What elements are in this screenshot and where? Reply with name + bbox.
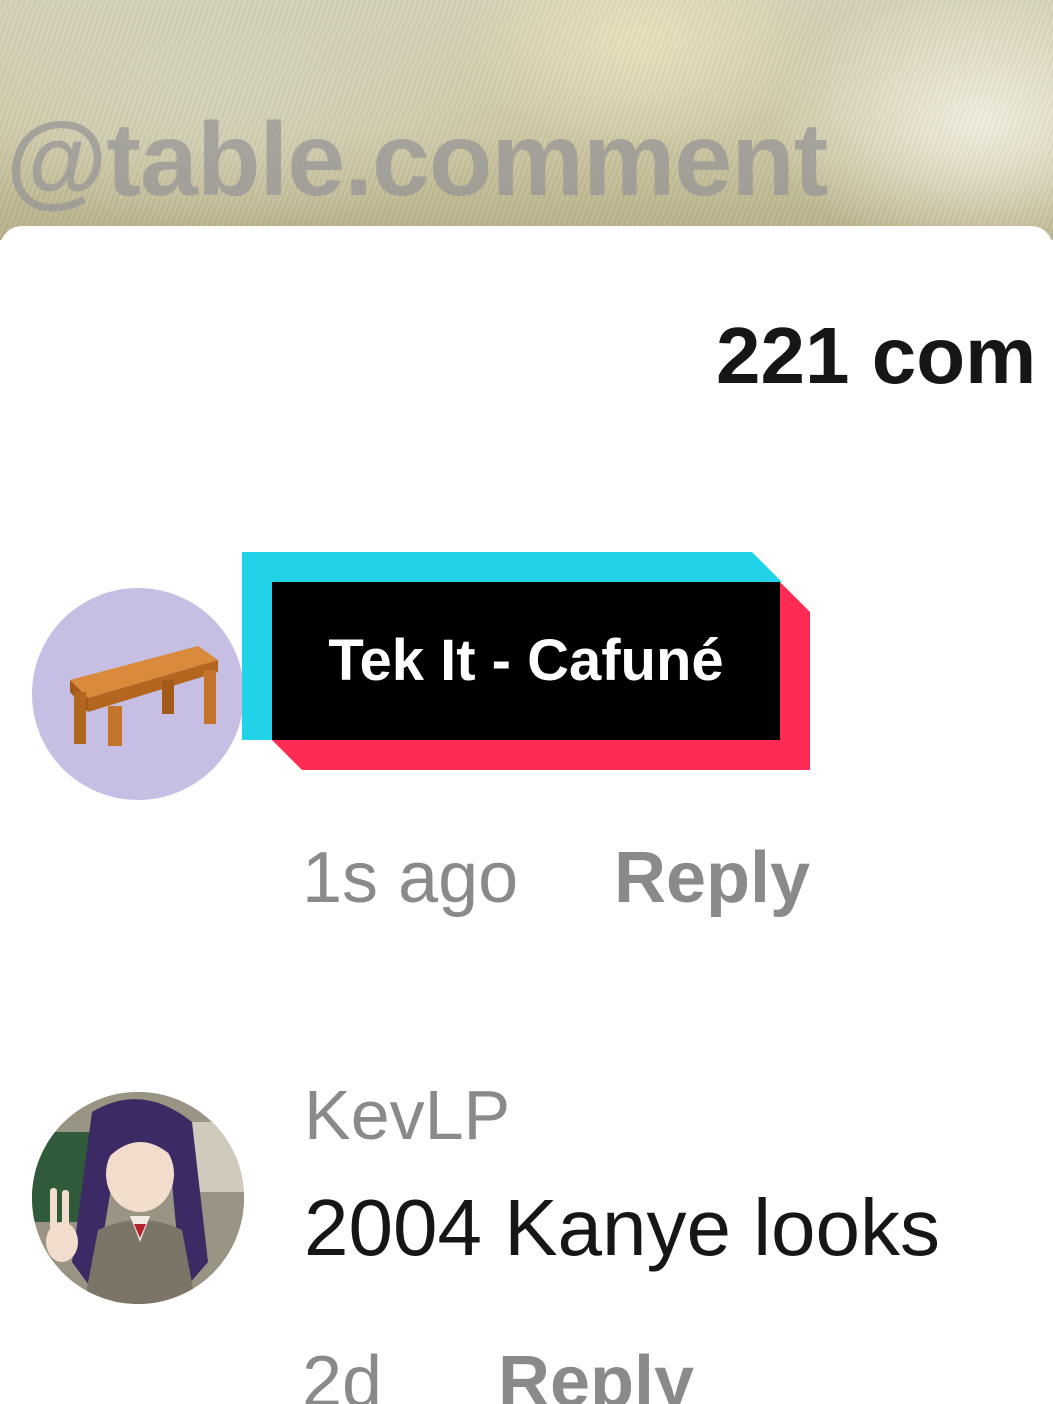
tiktok-comments-screen: @table.comment 221 com Tek It - Cafuné 1…	[0, 0, 1053, 1404]
music-sticker[interactable]: Tek It - Cafuné	[242, 552, 812, 770]
video-watermark: @table.comment	[6, 102, 828, 218]
comment-timestamp: 1s ago	[302, 838, 519, 918]
avatar[interactable]	[32, 1092, 244, 1304]
reply-button[interactable]: Reply	[498, 1346, 694, 1404]
comment-text: 2004 Kanye looks	[304, 1183, 941, 1272]
table-icon	[70, 646, 218, 746]
comment-timestamp: 2d	[302, 1342, 383, 1404]
comment-username[interactable]: KevLP	[304, 1080, 510, 1150]
music-label: Tek It - Cafuné	[328, 627, 724, 693]
avatar[interactable]	[32, 588, 244, 800]
anime-character-avatar-icon	[32, 1092, 244, 1304]
comments-count-title: 221 com	[716, 311, 1037, 400]
reply-button[interactable]: Reply	[614, 842, 810, 914]
